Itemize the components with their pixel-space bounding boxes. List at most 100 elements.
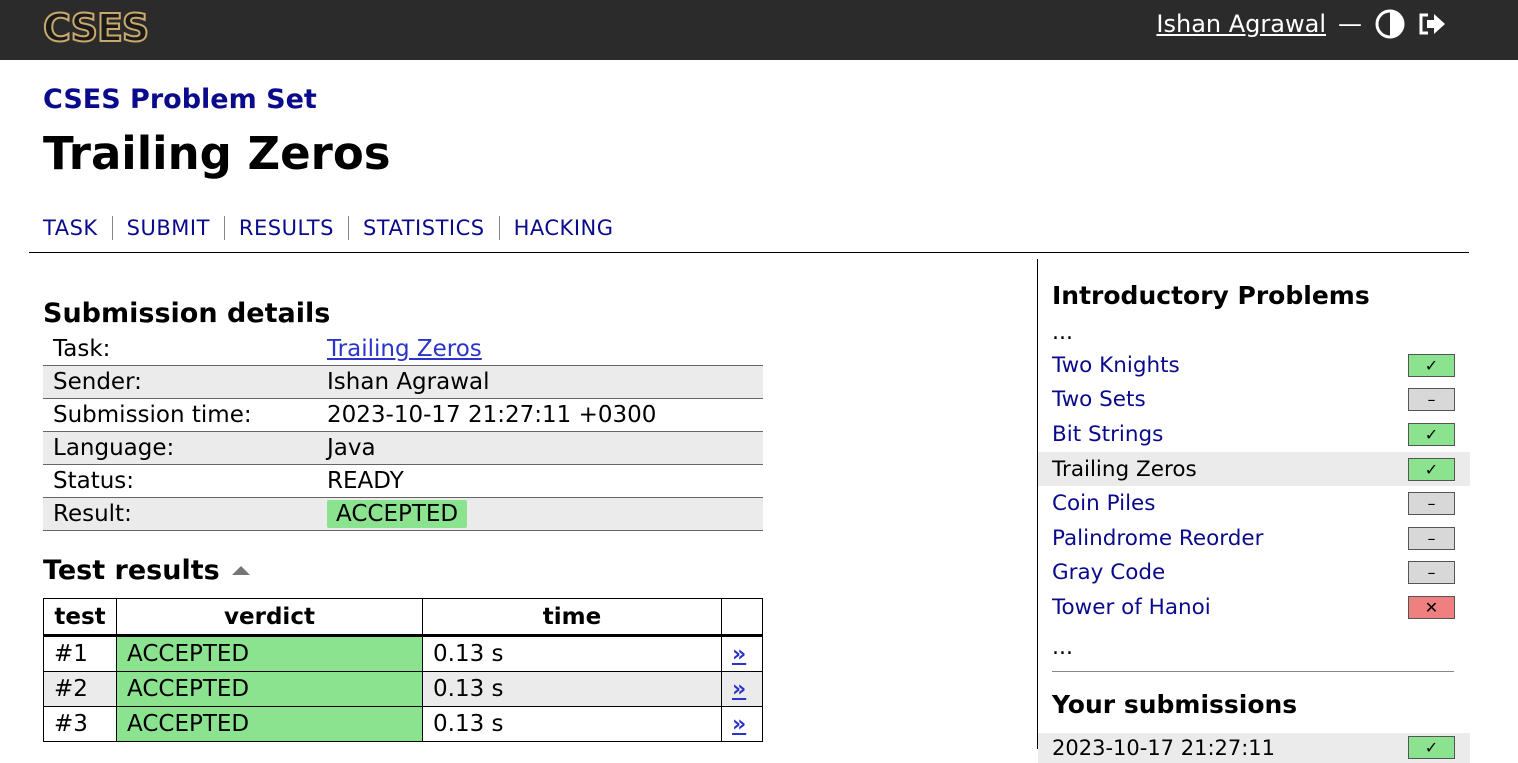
view-test-link[interactable]: » bbox=[732, 712, 746, 737]
table-row: #2 ACCEPTED 0.13 s » bbox=[43, 671, 763, 707]
task-tabs: TASK SUBMIT RESULTS STATISTICS HACKING bbox=[43, 214, 1469, 242]
test-number: #1 bbox=[43, 635, 117, 672]
user-controls: Ishan Agrawal — bbox=[1156, 8, 1448, 40]
submission-details-heading: Submission details bbox=[43, 298, 331, 329]
test-link-cell: » bbox=[721, 635, 763, 672]
table-row: Result: ACCEPTED bbox=[43, 497, 763, 531]
table-row: Sender: Ishan Agrawal bbox=[43, 365, 763, 399]
table-header-row: test verdict time bbox=[43, 598, 763, 637]
problemset-title[interactable]: CSES Problem Set bbox=[43, 84, 1469, 115]
header-separator: — bbox=[1338, 10, 1362, 38]
test-results-heading: Test results bbox=[43, 555, 220, 586]
view-test-link[interactable]: » bbox=[732, 642, 746, 667]
logout-icon[interactable] bbox=[1416, 8, 1448, 40]
cses-logo[interactable]: CSES bbox=[42, 5, 183, 51]
list-item[interactable]: Gray Code – bbox=[1052, 556, 1470, 591]
table-row: Language: Java bbox=[43, 431, 763, 465]
status-none-icon: – bbox=[1408, 526, 1455, 550]
status-none-icon: – bbox=[1408, 492, 1455, 516]
ellipsis-top: ... bbox=[1052, 320, 1073, 345]
tabs-divider bbox=[29, 252, 1469, 253]
problem-list: Two Knights ✓ Two Sets – Bit Strings ✓ T… bbox=[1038, 348, 1470, 625]
contrast-icon[interactable] bbox=[1374, 8, 1406, 40]
tab-results[interactable]: RESULTS bbox=[225, 216, 349, 240]
detail-key: Task: bbox=[53, 336, 111, 362]
test-verdict: ACCEPTED bbox=[116, 671, 423, 707]
table-row: Status: READY bbox=[43, 465, 763, 498]
tab-statistics[interactable]: STATISTICS bbox=[349, 216, 500, 240]
detail-key: Language: bbox=[43, 431, 317, 465]
problem-link[interactable]: Tower of Hanoi bbox=[1052, 595, 1211, 620]
table-row: Task: Trailing Zeros bbox=[43, 333, 763, 366]
status-none-icon: – bbox=[1408, 561, 1455, 585]
test-number: #2 bbox=[43, 671, 117, 707]
status-ok-icon: ✓ bbox=[1408, 457, 1455, 481]
test-number: #3 bbox=[43, 706, 117, 742]
detail-key: Submission time: bbox=[53, 402, 252, 428]
submission-time[interactable]: 2023-10-17 21:27:11 bbox=[1052, 736, 1275, 760]
status-ok-icon: ✓ bbox=[1408, 422, 1455, 446]
list-item[interactable]: Coin Piles – bbox=[1052, 486, 1470, 521]
status-ok-icon: ✓ bbox=[1408, 736, 1455, 760]
test-verdict: ACCEPTED bbox=[116, 706, 423, 742]
detail-value: 2023-10-17 21:27:11 +0300 bbox=[327, 402, 657, 428]
list-item[interactable]: Palindrome Reorder – bbox=[1052, 521, 1470, 556]
table-row: #1 ACCEPTED 0.13 s » bbox=[43, 635, 763, 672]
column-header-time: time bbox=[422, 598, 722, 637]
sidebar-heading: Introductory Problems bbox=[1052, 281, 1370, 310]
tab-submit[interactable]: SUBMIT bbox=[113, 216, 225, 240]
test-time: 0.13 s bbox=[422, 635, 722, 672]
problem-link[interactable]: Two Knights bbox=[1052, 353, 1180, 378]
main-column: Submission details Task: Trailing Zeros … bbox=[43, 260, 763, 742]
problem-link[interactable]: Palindrome Reorder bbox=[1052, 526, 1263, 551]
list-item[interactable]: Bit Strings ✓ bbox=[1052, 417, 1470, 452]
table-row: #3 ACCEPTED 0.13 s » bbox=[43, 706, 763, 742]
result-badge: ACCEPTED bbox=[327, 500, 468, 528]
test-time: 0.13 s bbox=[422, 671, 722, 707]
page-content: CSES Problem Set Trailing Zeros TASK SUB… bbox=[29, 60, 1470, 763]
collapse-caret-icon[interactable] bbox=[231, 566, 250, 575]
detail-value: Ishan Agrawal bbox=[317, 365, 763, 399]
status-none-icon: – bbox=[1408, 388, 1455, 412]
detail-value: Java bbox=[317, 431, 763, 465]
test-link-cell: » bbox=[721, 706, 763, 742]
status-ok-icon: ✓ bbox=[1408, 353, 1455, 377]
problem-link[interactable]: Gray Code bbox=[1052, 560, 1165, 585]
detail-value: Trailing Zeros bbox=[317, 333, 763, 366]
column-header-link bbox=[721, 598, 763, 637]
list-item[interactable]: Two Sets – bbox=[1052, 383, 1470, 418]
test-time: 0.13 s bbox=[422, 706, 722, 742]
ellipsis-bottom: ... bbox=[1052, 634, 1073, 660]
detail-key: Sender: bbox=[43, 365, 317, 399]
logo-text: CSES bbox=[42, 5, 150, 51]
submissions-heading: Your submissions bbox=[1052, 689, 1298, 719]
submission-item[interactable]: 2023-10-17 21:27:11 ✓ bbox=[1038, 732, 1470, 763]
list-item-current: Trailing Zeros ✓ bbox=[1038, 451, 1470, 487]
column-header-test: test bbox=[43, 598, 117, 637]
top-bar: CSES Ishan Agrawal — bbox=[0, 0, 1518, 60]
column-header-verdict: verdict bbox=[116, 598, 423, 637]
test-verdict: ACCEPTED bbox=[116, 635, 423, 672]
problem-link[interactable]: Two Sets bbox=[1052, 387, 1146, 412]
problem-name-current: Trailing Zeros bbox=[1052, 456, 1197, 482]
table-row: Submission time: 2023-10-17 21:27:11 +03… bbox=[43, 399, 763, 432]
sidebar-divider bbox=[1052, 670, 1454, 672]
detail-key: Status: bbox=[53, 468, 135, 494]
test-link-cell: » bbox=[721, 671, 763, 707]
list-item[interactable]: Tower of Hanoi ✕ bbox=[1052, 590, 1470, 625]
detail-value: ACCEPTED bbox=[317, 497, 763, 531]
status-fail-icon: ✕ bbox=[1408, 595, 1455, 619]
tab-task[interactable]: TASK bbox=[43, 216, 113, 240]
view-test-link[interactable]: » bbox=[732, 677, 746, 702]
task-link[interactable]: Trailing Zeros bbox=[327, 336, 482, 362]
submission-details-table: Task: Trailing Zeros Sender: Ishan Agraw… bbox=[43, 333, 763, 531]
username-link[interactable]: Ishan Agrawal bbox=[1156, 10, 1326, 38]
list-item[interactable]: Two Knights ✓ bbox=[1052, 348, 1470, 383]
detail-value: READY bbox=[327, 468, 404, 494]
problem-link[interactable]: Coin Piles bbox=[1052, 491, 1155, 516]
problem-link[interactable]: Bit Strings bbox=[1052, 422, 1163, 447]
test-results-table: test verdict time #1 ACCEPTED 0.13 s » #… bbox=[43, 598, 763, 742]
detail-key: Result: bbox=[43, 497, 317, 531]
tab-hacking[interactable]: HACKING bbox=[500, 216, 628, 240]
page-title: Trailing Zeros bbox=[43, 127, 391, 180]
